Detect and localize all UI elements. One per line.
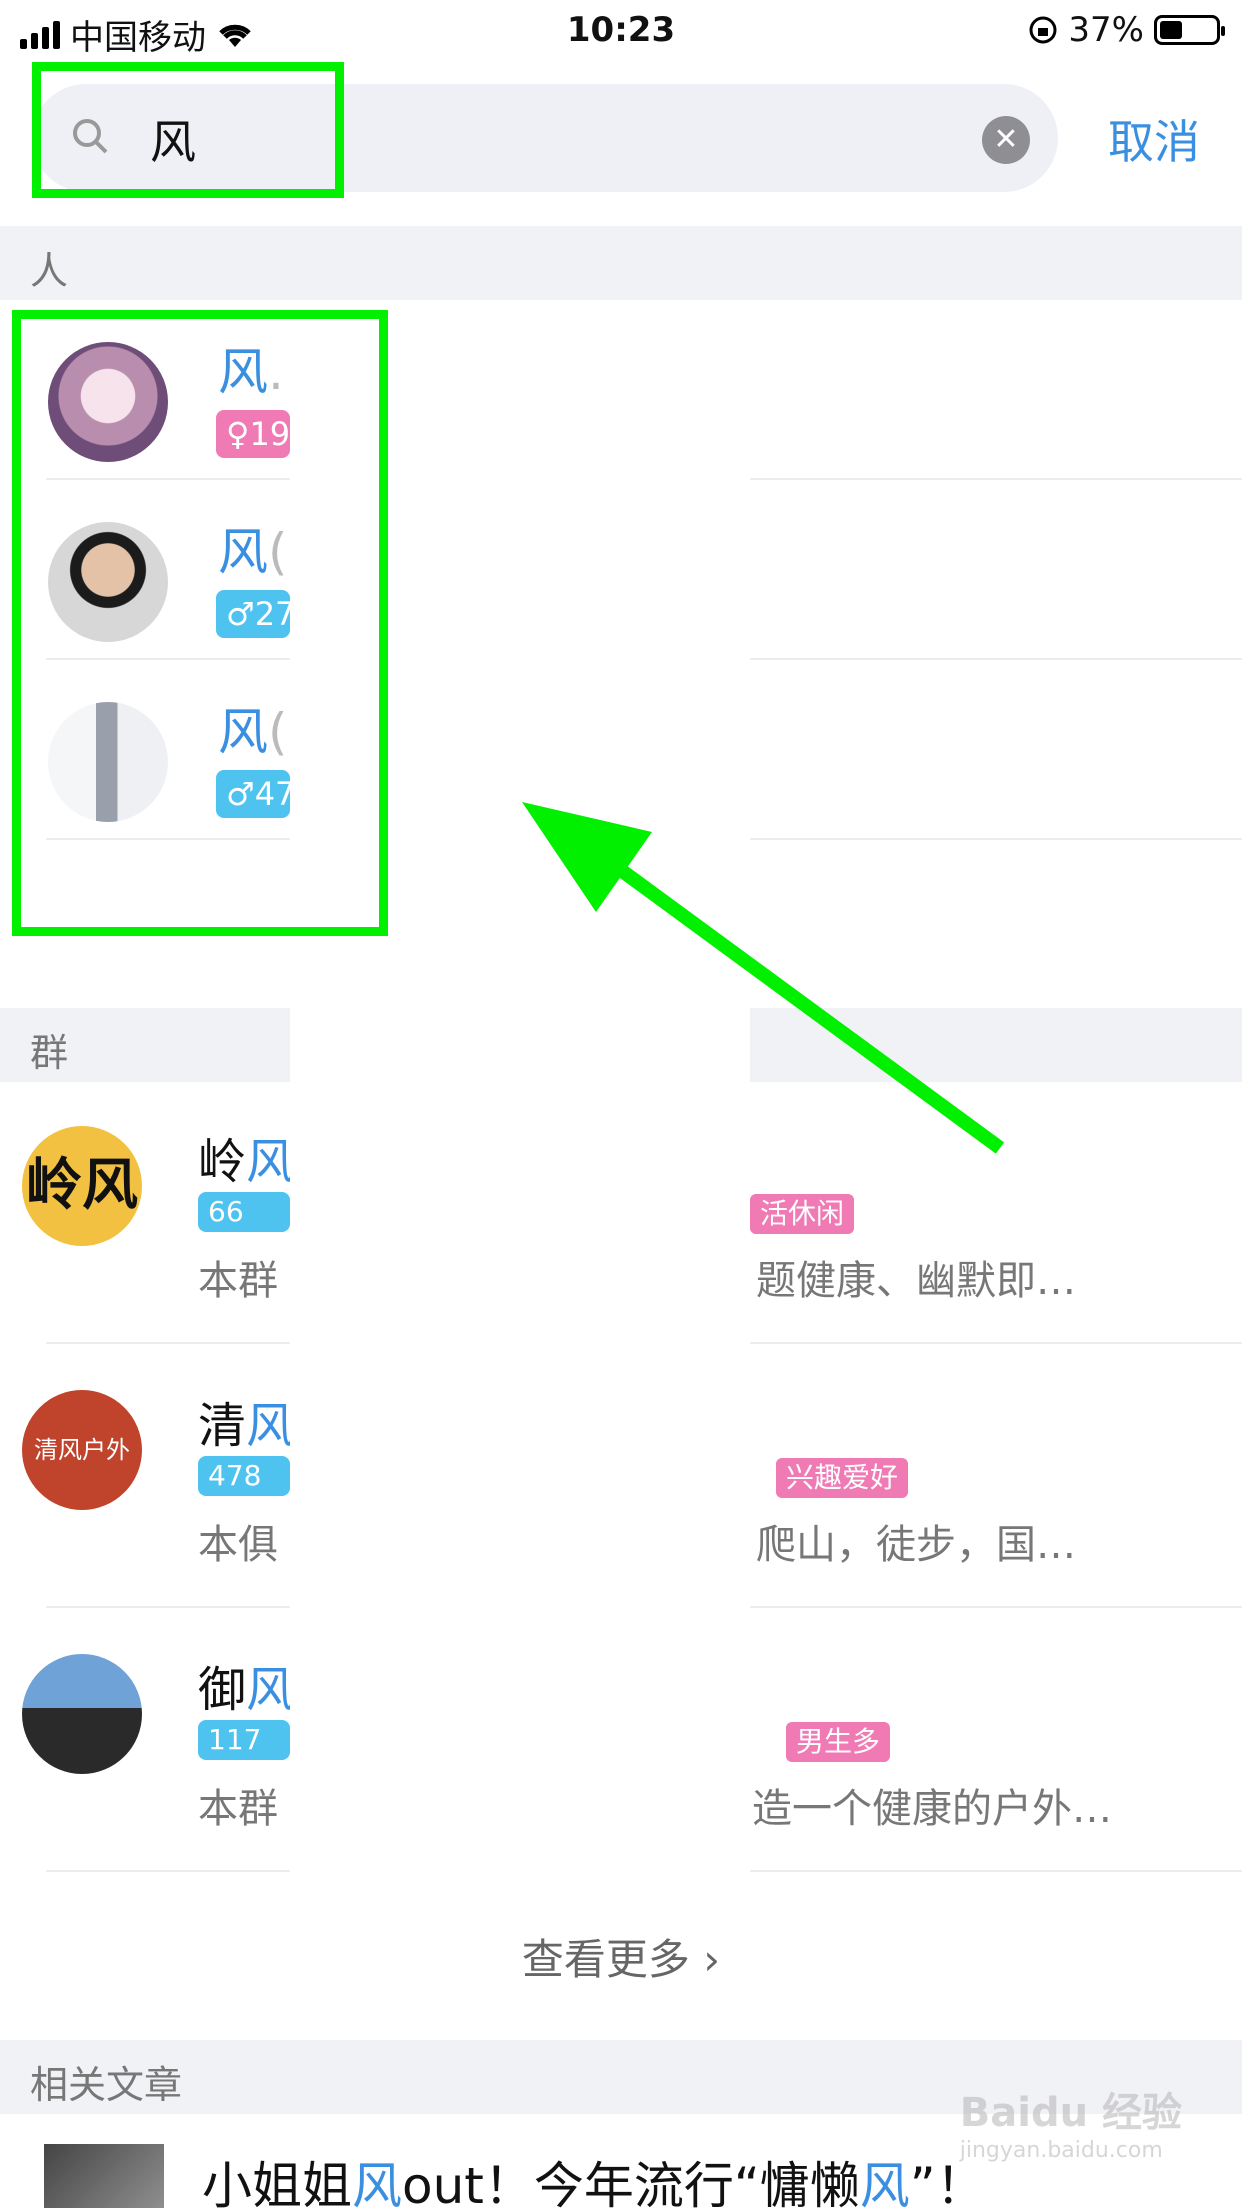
annotation-arrow-icon [522, 802, 1005, 1154]
